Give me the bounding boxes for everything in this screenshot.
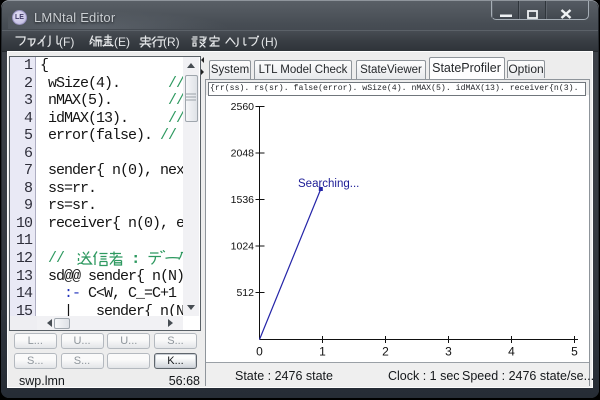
svg-text:(R): (R) [163, 35, 180, 49]
svg-text:(H): (H) [261, 35, 278, 49]
svg-text:2560: 2560 [230, 101, 254, 113]
svg-text:5: 5 [571, 344, 578, 358]
svg-text:1: 1 [319, 344, 326, 358]
svg-text:4: 4 [508, 344, 515, 358]
svg-text:3: 3 [445, 344, 452, 358]
svg-text:2048: 2048 [230, 147, 254, 159]
svg-text:0: 0 [256, 344, 263, 358]
svg-text:Searching...: Searching... [298, 178, 359, 190]
svg-text:1536: 1536 [230, 194, 254, 206]
svg-text:(E): (E) [114, 35, 130, 49]
svg-text:(F): (F) [59, 35, 74, 49]
svg-text:512: 512 [236, 287, 254, 299]
svg-text:1024: 1024 [230, 240, 254, 252]
svg-text:2: 2 [382, 344, 389, 358]
